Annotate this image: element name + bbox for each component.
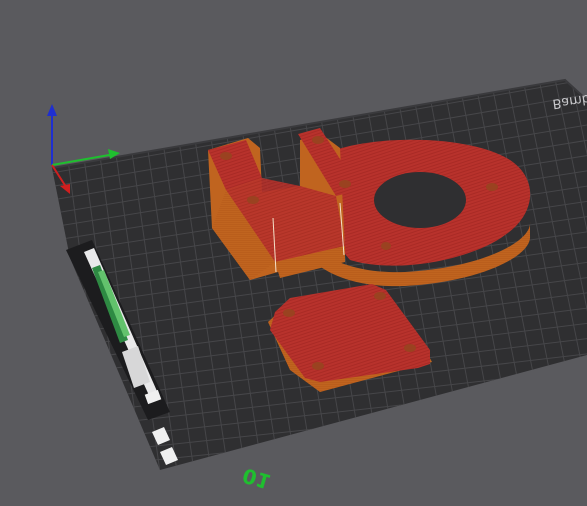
3d-viewport[interactable]: Bambu Textured PEI Plate 01	[0, 0, 587, 502]
model-bracket-ring[interactable]	[208, 128, 531, 287]
plate-number: 01	[240, 463, 273, 494]
build-plate[interactable]	[40, 60, 587, 502]
